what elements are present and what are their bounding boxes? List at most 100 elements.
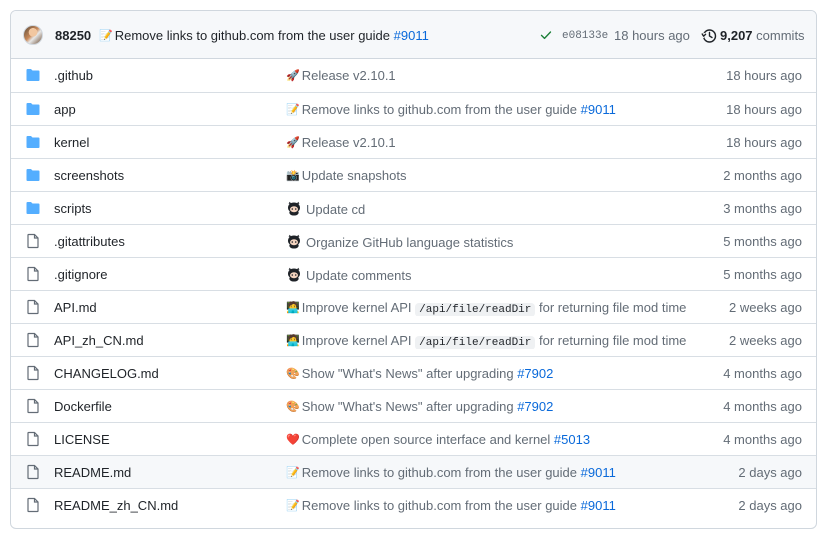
file-row[interactable]: kernel 🚀 Release v2.10.1 18 hours ago xyxy=(11,125,816,158)
folder-icon xyxy=(26,202,40,214)
file-row[interactable]: CHANGELOG.md 🎨 Show "What's News" after up… xyxy=(11,356,816,389)
commit-emoji-icon: 🧑‍💻 xyxy=(286,302,300,314)
file-row[interactable]: .gitignore Update comments 5 months ago xyxy=(11,257,816,290)
file-name-link[interactable]: screenshots xyxy=(54,168,124,183)
file-row[interactable]: scripts Update cd 3 months ago xyxy=(11,191,816,224)
file-name-link[interactable]: CHANGELOG.md xyxy=(54,366,159,381)
commit-message[interactable]: 📝 Remove links to github.com from the use… xyxy=(99,28,429,43)
file-icon xyxy=(27,233,39,249)
commit-emoji-icon: ❤️ xyxy=(286,434,300,446)
file-commit-message-cell: Update cd xyxy=(286,201,698,217)
commit-emoji-icon: 📝 xyxy=(286,467,300,479)
file-row[interactable]: app 📝 Remove links to github.com from the … xyxy=(11,92,816,125)
file-commit-time: 4 months ago xyxy=(723,432,802,447)
file-name-link[interactable]: README.md xyxy=(54,465,131,480)
commit-message-text[interactable]: Remove links to github.com from the user… xyxy=(115,28,390,43)
file-commit-message[interactable]: Remove links to github.com from the user… xyxy=(302,102,577,117)
commit-emoji-icon: 📝 xyxy=(286,104,300,116)
file-name-link[interactable]: API.md xyxy=(54,300,97,315)
folder-icon xyxy=(26,169,40,181)
file-commit-time: 2 weeks ago xyxy=(729,300,802,315)
commit-count-link[interactable]: 9,207 commits xyxy=(720,28,805,43)
commit-author[interactable]: 88250 xyxy=(55,28,91,43)
file-commit-pr-link[interactable]: #5013 xyxy=(554,432,590,447)
file-commit-message[interactable]: Organize GitHub language statistics xyxy=(306,235,513,250)
file-commit-message[interactable]: Show "What's News" after upgrading xyxy=(302,366,514,381)
file-commit-pr-link[interactable]: #7902 xyxy=(517,366,553,381)
commit-emoji-icon: 📸 xyxy=(286,170,300,182)
file-icon xyxy=(27,365,39,381)
file-commit-time: 5 months ago xyxy=(723,267,802,282)
commit-emoji-icon: 📝 xyxy=(286,500,300,512)
commit-emoji-icon: 🚀 xyxy=(286,70,300,82)
file-name-link[interactable]: Dockerfile xyxy=(54,399,112,414)
file-commit-time: 2 days ago xyxy=(738,465,802,480)
file-row[interactable]: API_zh_CN.md 🧑‍💻 Improve kernel API /api/f… xyxy=(11,323,816,356)
file-name-link[interactable]: scripts xyxy=(54,201,92,216)
file-commit-time: 5 months ago xyxy=(723,234,802,249)
file-commit-message-cell: 📝 Remove links to github.com from the use… xyxy=(286,102,698,117)
file-commit-time: 2 months ago xyxy=(723,168,802,183)
file-name-link[interactable]: kernel xyxy=(54,135,89,150)
file-commit-time: 18 hours ago xyxy=(726,135,802,150)
inline-code: /api/file/readDir xyxy=(415,336,536,349)
commit-emoji-icon: 🎨 xyxy=(286,368,300,380)
folder-icon xyxy=(26,69,40,81)
file-commit-message-cell: 🧑‍💻 Improve kernel API /api/file/readDir … xyxy=(286,300,698,316)
file-row[interactable]: Dockerfile 🎨 Show "What's News" after upgr… xyxy=(11,389,816,422)
history-icon[interactable] xyxy=(701,28,717,44)
inline-code: /api/file/readDir xyxy=(415,303,536,316)
file-commit-message[interactable]: Release v2.10.1 xyxy=(302,135,396,150)
file-commit-message-cell: 📸 Update snapshots xyxy=(286,168,698,183)
file-row[interactable]: README.md 📝 Remove links to github.com fro… xyxy=(11,455,816,488)
file-commit-message-cell: 📝 Remove links to github.com from the use… xyxy=(286,465,698,480)
file-commit-time: 4 months ago xyxy=(723,366,802,381)
file-commit-message-after[interactable]: for returning file mod time xyxy=(539,333,686,348)
octocat-icon xyxy=(288,267,300,282)
file-commit-message-after[interactable]: for returning file mod time xyxy=(539,300,686,315)
file-icon xyxy=(27,431,39,447)
file-name-link[interactable]: .gitattributes xyxy=(54,234,125,249)
commit-time: 18 hours ago xyxy=(614,28,690,43)
commit-pr-link[interactable]: #9011 xyxy=(394,28,429,43)
file-commit-time: 18 hours ago xyxy=(726,68,802,83)
latest-commit-bar: 88250 📝 Remove links to github.com from t… xyxy=(11,11,816,59)
check-icon[interactable] xyxy=(540,29,552,41)
file-name-link[interactable]: API_zh_CN.md xyxy=(54,333,144,348)
file-commit-pr-link[interactable]: #9011 xyxy=(581,102,616,117)
file-commit-pr-link[interactable]: #9011 xyxy=(581,465,616,480)
file-name-link[interactable]: .gitignore xyxy=(54,267,107,282)
file-row[interactable]: screenshots 📸 Update snapshots 2 months ago xyxy=(11,158,816,191)
file-name-link[interactable]: app xyxy=(54,102,76,117)
file-commit-message[interactable]: Update cd xyxy=(306,202,365,217)
file-row[interactable]: README_zh_CN.md 📝 Remove links to github.c… xyxy=(11,488,816,521)
file-commit-message[interactable]: Improve kernel API xyxy=(302,333,412,348)
file-commit-message[interactable]: Release v2.10.1 xyxy=(302,68,396,83)
file-row[interactable]: LICENSE ❤️ Complete open source interface … xyxy=(11,422,816,455)
file-commit-message-cell: Organize GitHub language statistics xyxy=(286,234,698,250)
file-commit-pr-link[interactable]: #9011 xyxy=(581,498,616,513)
avatar[interactable] xyxy=(23,25,43,45)
file-name-link[interactable]: LICENSE xyxy=(54,432,110,447)
file-commit-message[interactable]: Update comments xyxy=(306,268,412,283)
file-commit-message[interactable]: Complete open source interface and kerne… xyxy=(302,432,551,447)
commit-sha[interactable]: e08133e xyxy=(562,30,608,42)
file-commit-message[interactable]: Show "What's News" after upgrading xyxy=(302,399,514,414)
file-commit-message[interactable]: Update snapshots xyxy=(302,168,407,183)
file-commit-message[interactable]: Remove links to github.com from the user… xyxy=(302,465,577,480)
file-name-link[interactable]: .github xyxy=(54,68,93,83)
file-commit-pr-link[interactable]: #7902 xyxy=(517,399,553,414)
memo-icon: 📝 xyxy=(99,30,113,42)
file-commit-time: 2 days ago xyxy=(738,498,802,513)
file-commit-message-cell: 🚀 Release v2.10.1 xyxy=(286,135,698,150)
file-row[interactable]: .gitattributes Organize GitHub language s… xyxy=(11,224,816,257)
file-commit-message-cell: 🧑‍💻 Improve kernel API /api/file/readDir … xyxy=(286,333,698,349)
file-commit-message-cell: 🎨 Show "What's News" after upgrading #790… xyxy=(286,399,698,414)
file-row[interactable]: .github 🚀 Release v2.10.1 18 hours ago xyxy=(11,59,816,92)
file-commit-message[interactable]: Remove links to github.com from the user… xyxy=(302,498,577,513)
file-icon xyxy=(27,497,39,513)
file-commit-message[interactable]: Improve kernel API xyxy=(302,300,412,315)
octocat-icon xyxy=(288,234,300,249)
file-row[interactable]: API.md 🧑‍💻 Improve kernel API /api/file/re… xyxy=(11,290,816,323)
file-name-link[interactable]: README_zh_CN.md xyxy=(54,498,178,513)
